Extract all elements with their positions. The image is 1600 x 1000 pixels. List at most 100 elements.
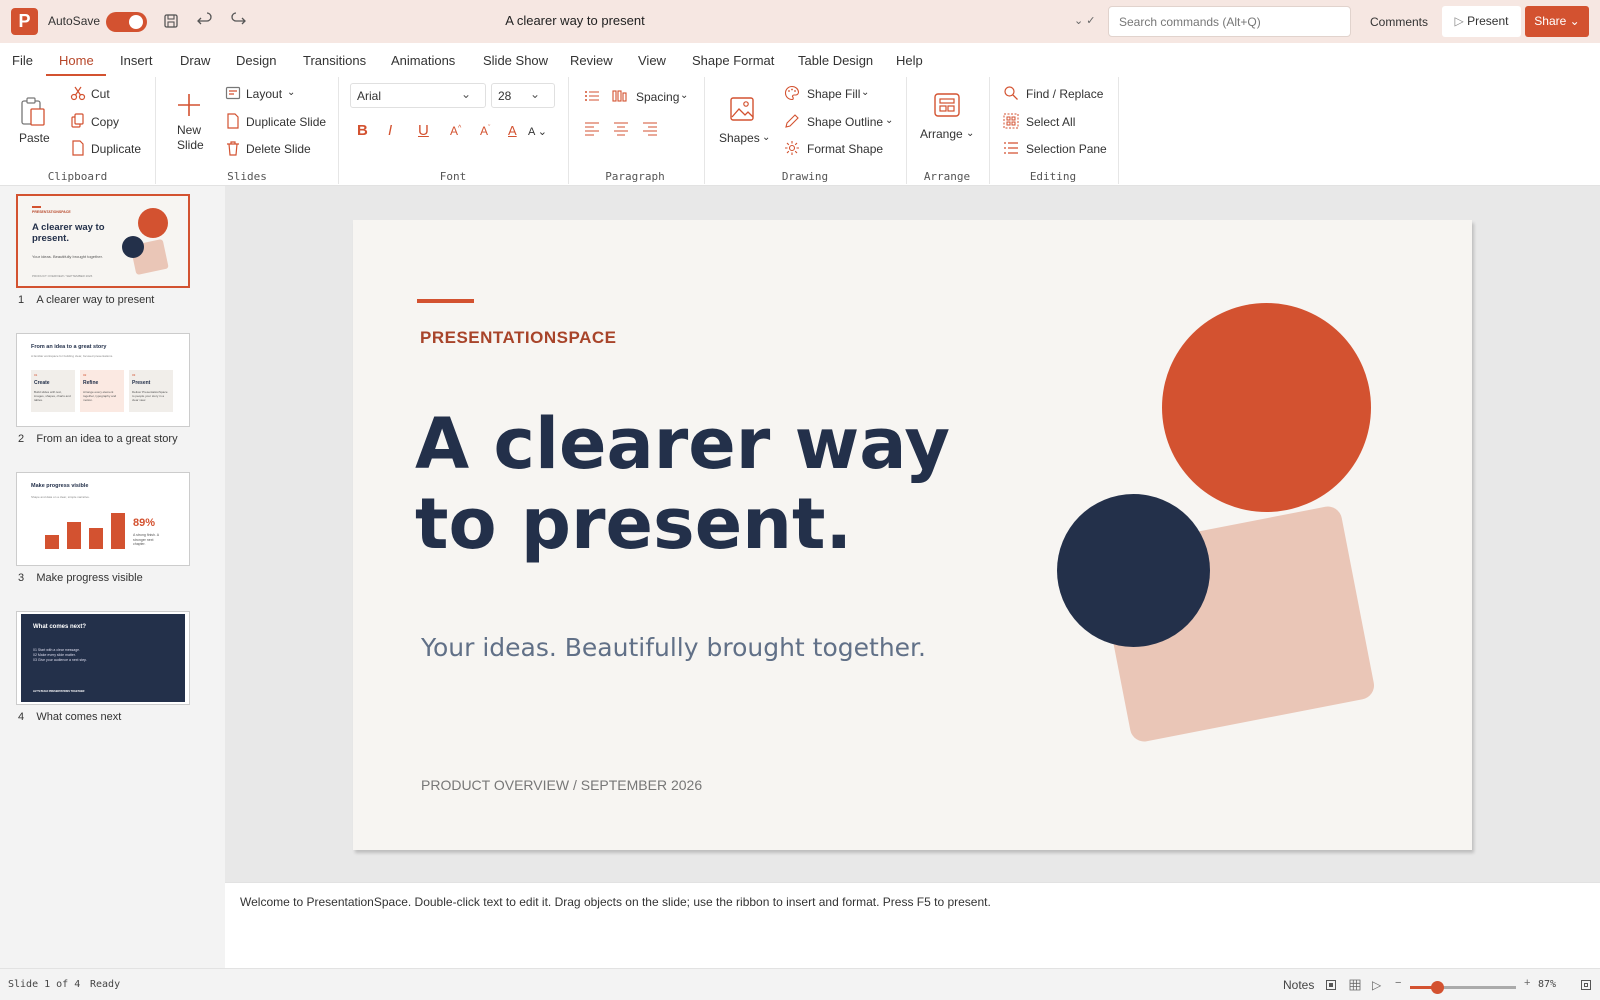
grid-view-icon[interactable] [1349, 979, 1361, 991]
tab-design[interactable]: Design [236, 53, 276, 68]
slide-number: 2 [18, 433, 25, 445]
tab-draw[interactable]: Draw [180, 53, 210, 68]
fit-to-window-icon[interactable] [1581, 980, 1591, 990]
slide-title[interactable]: A clearer way to present. [415, 404, 950, 564]
title-line-2: to present. [415, 483, 853, 565]
find-replace-button[interactable]: Find / Replace [1026, 87, 1103, 101]
tab-help[interactable]: Help [896, 53, 923, 68]
zoom-level[interactable]: 87% [1538, 979, 1556, 990]
undo-icon[interactable] [194, 10, 216, 32]
bold-button[interactable]: B [357, 122, 368, 139]
select-all-button[interactable]: Select All [1026, 115, 1075, 129]
thumb-bar-chart [45, 503, 125, 549]
tab-shape-format[interactable]: Shape Format [692, 53, 774, 68]
chevron-down-icon: ⌄ [680, 90, 689, 101]
slide-footer[interactable]: PRODUCT OVERVIEW / SEPTEMBER 2026 [421, 777, 702, 793]
layout-button[interactable]: Layout [246, 87, 282, 101]
tab-file[interactable]: File [12, 53, 33, 68]
thumb-caption-4: 4 What comes next [18, 711, 121, 723]
increase-font-icon[interactable]: A^ [450, 124, 461, 138]
redo-icon[interactable] [227, 10, 249, 32]
italic-button[interactable]: I [388, 122, 392, 139]
text-effects-icon[interactable]: A ⌄ [528, 125, 547, 138]
chevron-down-icon: ⌄ [460, 87, 471, 101]
thumb-bar [67, 522, 81, 549]
slide-thumbnail-1[interactable]: PRESENTATIONSPACE A clearer way to prese… [16, 194, 190, 288]
slide-thumbnail-4[interactable]: What comes next? 01 Start with a clear m… [16, 611, 190, 705]
font-size-select[interactable]: 28 ⌄ [491, 83, 555, 108]
card-title: Refine [83, 380, 99, 386]
thumb-brand: PRESENTATIONSPACE [32, 210, 71, 214]
chevron-down-icon: ⌄ [762, 132, 771, 143]
thumb-line-2: 02 Make every slide matter. [33, 653, 76, 657]
zoom-in-button[interactable]: + [1524, 977, 1530, 989]
new-slide-line1[interactable]: New [177, 123, 201, 137]
align-right-icon[interactable] [642, 120, 658, 136]
navy-circle[interactable] [1057, 494, 1210, 647]
share-button[interactable]: Share ⌄ [1525, 6, 1589, 37]
shape-outline-button[interactable]: Shape Outline [807, 115, 883, 129]
align-left-icon[interactable] [584, 120, 600, 136]
tab-animations[interactable]: Animations [391, 53, 455, 68]
zoom-slider-thumb[interactable] [1431, 981, 1444, 994]
copy-button[interactable]: Copy [91, 115, 119, 129]
spacing-button[interactable]: Spacing [636, 90, 679, 104]
cut-button[interactable]: Cut [91, 87, 110, 101]
slideshow-view-icon[interactable]: ▷ [1372, 978, 1381, 992]
underline-button[interactable]: U [418, 122, 429, 139]
paste-icon[interactable] [20, 97, 46, 127]
shapes-button[interactable]: Shapes [719, 131, 760, 145]
tab-view[interactable]: View [638, 53, 666, 68]
duplicate-button[interactable]: Duplicate [91, 142, 141, 156]
search-icon [1003, 85, 1019, 101]
orange-circle[interactable] [1162, 303, 1371, 512]
tab-review[interactable]: Review [570, 53, 613, 68]
shape-fill-button[interactable]: Shape Fill [807, 87, 860, 101]
present-button[interactable]: ▷ Present [1442, 6, 1521, 37]
font-color-icon[interactable]: A [508, 123, 517, 138]
card-number: 02 [83, 373, 87, 377]
slide-thumbnail-3[interactable]: Make progress visible Shape and data on … [16, 472, 190, 566]
document-title: A clearer way to present [505, 13, 645, 28]
delete-slide-button[interactable]: Delete Slide [246, 142, 311, 156]
notes-toggle-button[interactable]: Notes [1283, 978, 1314, 992]
tab-home[interactable]: Home [59, 53, 94, 68]
format-shape-button[interactable]: Format Shape [807, 142, 883, 156]
group-divider [704, 77, 705, 184]
font-family-select[interactable]: Arial ⌄ [350, 83, 486, 108]
search-input[interactable]: Search commands (Alt+Q) [1108, 6, 1351, 37]
tab-slide-show[interactable]: Slide Show [483, 53, 548, 68]
zoom-slider-track[interactable] [1410, 981, 1516, 994]
tab-table-design[interactable]: Table Design [798, 53, 873, 68]
brand-text[interactable]: PRESENTATIONSPACE [420, 328, 616, 348]
paste-button[interactable]: Paste [19, 131, 50, 145]
normal-view-icon[interactable] [1326, 980, 1336, 990]
comments-button[interactable]: Comments [1364, 8, 1434, 36]
tab-transitions[interactable]: Transitions [303, 53, 366, 68]
ribbon: Paste Cut Copy Duplicate Clipboard New S… [0, 77, 1600, 186]
card-text: Arrange every element together, typograp… [83, 390, 117, 402]
notes-pane[interactable]: Welcome to PresentationSpace. Double-cli… [225, 882, 1600, 968]
saved-indicator[interactable]: ⌄ ✓ [1074, 14, 1096, 27]
bullets-icon[interactable] [584, 88, 600, 104]
slide-subtitle[interactable]: Your ideas. Beautifully brought together… [421, 633, 926, 662]
autosave-toggle[interactable] [106, 12, 147, 32]
decrease-font-icon[interactable]: Aˇ [480, 124, 490, 138]
align-center-icon[interactable] [613, 120, 629, 136]
slide-thumbnail-2[interactable]: From an idea to a great story A familiar… [16, 333, 190, 427]
new-slide-line2[interactable]: Slide [177, 138, 204, 152]
layout-icon [225, 85, 241, 101]
autosave-label: AutoSave [48, 14, 101, 28]
slide-count: Slide 1 of 4 [8, 979, 81, 990]
zoom-out-button[interactable]: − [1395, 977, 1401, 989]
selection-pane-button[interactable]: Selection Pane [1026, 142, 1107, 156]
arrange-button[interactable]: Arrange [920, 127, 963, 141]
current-slide[interactable]: PRESENTATIONSPACE A clearer way to prese… [353, 220, 1472, 850]
chevron-down-icon: ⌄ [1566, 14, 1580, 28]
accent-line[interactable] [417, 299, 474, 303]
trash-icon [225, 140, 241, 156]
notes-text[interactable]: Welcome to PresentationSpace. Double-cli… [240, 895, 991, 909]
duplicate-slide-button[interactable]: Duplicate Slide [246, 115, 326, 129]
save-icon[interactable] [160, 10, 182, 32]
tab-insert[interactable]: Insert [120, 53, 153, 68]
